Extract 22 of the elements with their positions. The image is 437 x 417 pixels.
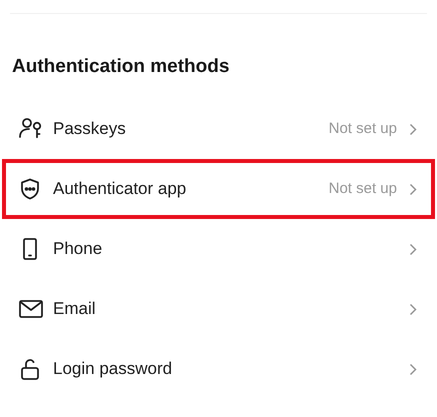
chevron-right-icon bbox=[409, 302, 417, 316]
status-text: Not set up bbox=[328, 178, 397, 199]
person-key-icon bbox=[18, 117, 44, 141]
method-label: Email bbox=[53, 298, 97, 320]
chevron-right-icon bbox=[409, 182, 417, 196]
method-label: Authenticator app bbox=[53, 178, 188, 200]
method-row[interactable]: Email bbox=[2, 279, 435, 339]
method-row[interactable]: Authenticator app Not set up bbox=[2, 159, 435, 219]
method-row[interactable]: Phone bbox=[2, 219, 435, 279]
status-text: Not set up bbox=[328, 118, 397, 139]
unlocked-padlock-icon bbox=[18, 357, 42, 381]
method-row[interactable]: Login password bbox=[2, 339, 435, 399]
chevron-right-icon bbox=[409, 362, 417, 376]
section-heading: Authentication methods bbox=[12, 55, 230, 79]
mail-icon bbox=[18, 298, 44, 320]
shield-icon bbox=[18, 177, 42, 201]
method-label: Login password bbox=[53, 358, 174, 380]
method-label: Passkeys bbox=[53, 118, 127, 140]
chevron-right-icon bbox=[409, 122, 417, 136]
chevron-right-icon bbox=[409, 242, 417, 256]
method-label: Phone bbox=[53, 238, 104, 260]
method-row[interactable]: Passkeys Not set up bbox=[2, 99, 435, 159]
